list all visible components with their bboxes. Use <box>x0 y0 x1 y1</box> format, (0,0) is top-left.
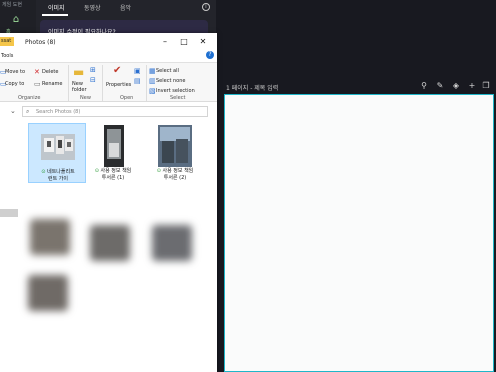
select-all-icon: ▦ <box>149 67 156 75</box>
tab-images[interactable]: 이미지 <box>48 3 65 12</box>
file-explorer-window: ssat Photos (8) – □ ✕ Tools ? ▭ Move to … <box>0 33 217 372</box>
delete-button[interactable]: Delete <box>42 69 58 75</box>
tools-tab-label: Tools <box>1 53 14 59</box>
sync-status-icon: ⊙ <box>41 169 46 175</box>
select-all-button[interactable]: Select all <box>156 68 179 74</box>
canvas-page[interactable] <box>224 94 494 372</box>
active-tab-indicator <box>42 14 68 16</box>
rename-button[interactable]: Rename <box>42 81 63 87</box>
sync-status-icon: ⊙ <box>94 168 99 174</box>
new-item-icon[interactable]: ⊞ <box>90 66 96 74</box>
title-accent-label: ssat <box>1 38 12 44</box>
file-label: ⊙ 사용 정보 책임 투서른 (2) <box>146 168 204 182</box>
fill-icon[interactable]: ◈ <box>452 82 460 90</box>
photo-thumbnail <box>104 125 124 167</box>
group-new: New <box>80 95 91 101</box>
file-item[interactable]: ⊙ 사용 정보 책임 투서른 (2) <box>146 123 204 183</box>
select-none-icon: ▥ <box>149 77 156 85</box>
file-thumbnail-placeholder[interactable] <box>28 275 68 311</box>
editor-area: 1 페이지 - 제목 입력 ⚲ ✎ ◈ + ❐ <box>216 0 496 372</box>
title-accent: ssat <box>0 37 14 46</box>
pin-icon[interactable]: ⚲ <box>420 82 428 90</box>
search-icon: ⌕ <box>26 108 30 115</box>
home-icon[interactable]: ⌂ <box>8 12 24 28</box>
group-select: Select <box>170 95 186 101</box>
copy-to-button[interactable]: Copy to <box>5 81 24 87</box>
file-label: ⊙ 네트나플리트 런트 가이 <box>29 169 87 183</box>
plus-icon[interactable]: + <box>468 82 476 90</box>
photo-thumbnail <box>41 134 75 160</box>
move-to-button[interactable]: Move to <box>5 69 25 75</box>
file-label: ⊙ 사용 정보 책임 투서른 (1) <box>84 168 142 182</box>
corner-label: 게임 도현 <box>2 2 22 8</box>
tab-videos[interactable]: 동영상 <box>84 3 101 12</box>
properties-icon: ✔ <box>113 65 122 76</box>
copy-icon[interactable]: ❐ <box>482 82 490 90</box>
sync-status-icon: ⊙ <box>156 168 161 174</box>
info-icon[interactable]: i <box>202 3 210 11</box>
photo-thumbnail <box>158 125 192 167</box>
history-icon[interactable]: ▤ <box>134 77 141 85</box>
file-name-line2: 투서른 (1) <box>101 175 125 181</box>
search-input[interactable]: ⌕ Search Photos (8) <box>22 106 208 117</box>
delete-icon: ✕ <box>34 68 40 76</box>
file-name-line2: 투서른 (2) <box>163 175 187 181</box>
file-name-line1: 사용 정보 책임 <box>162 168 194 174</box>
search-placeholder: Search Photos (8) <box>36 109 81 115</box>
page-title[interactable]: 1 페이지 - 제목 입력 <box>226 83 278 92</box>
file-name-line2: 런트 가이 <box>48 176 68 182</box>
file-item[interactable]: ⊙ 네트나플리트 런트 가이 <box>28 123 86 183</box>
invert-selection-button[interactable]: Invert selection <box>156 88 195 94</box>
close-button[interactable]: ✕ <box>198 37 208 47</box>
navigation-pane-item[interactable] <box>0 209 18 217</box>
new-folder-icon: ▬ <box>73 65 85 79</box>
group-organize: Organize <box>18 95 41 101</box>
properties-button[interactable]: Properties <box>106 82 131 88</box>
invert-selection-icon: ▧ <box>149 87 156 95</box>
minimize-button[interactable]: – <box>160 37 170 47</box>
tab-music[interactable]: 음악 <box>120 3 131 12</box>
file-list: ⊙ 네트나플리트 런트 가이 ⊙ 사용 정보 책임 투서른 (1) ⊙ 사용 정… <box>0 119 217 372</box>
address-bar: ⌄ ⌕ Search Photos (8) <box>0 105 217 118</box>
title-bar[interactable]: ssat Photos (8) – □ ✕ <box>0 33 217 53</box>
file-thumbnail-placeholder[interactable] <box>90 225 130 261</box>
ribbon-separator <box>146 65 147 101</box>
ribbon-separator <box>102 65 103 101</box>
select-none-button[interactable]: Select none <box>156 78 186 84</box>
group-open: Open <box>120 95 134 101</box>
ribbon-separator <box>68 65 69 101</box>
maximize-button[interactable]: □ <box>179 37 189 47</box>
ribbon-tab-tools[interactable]: Tools <box>0 53 217 62</box>
open-icon[interactable]: ▣ <box>134 67 141 75</box>
file-thumbnail-placeholder[interactable] <box>152 225 192 261</box>
easy-access-icon[interactable]: ⊟ <box>90 76 96 84</box>
file-thumbnail-placeholder[interactable] <box>30 219 70 255</box>
rename-icon: ▭ <box>34 80 41 88</box>
file-name-line1: 사용 정보 책임 <box>100 168 132 174</box>
help-icon[interactable]: ? <box>206 51 214 59</box>
ribbon: ▭ Move to ✕ Delete ▭ Copy to ▭ Rename Or… <box>0 62 217 102</box>
file-name-line1: 네트나플리트 <box>47 169 75 175</box>
file-item[interactable]: ⊙ 사용 정보 책임 투서른 (1) <box>84 123 142 183</box>
pen-icon[interactable]: ✎ <box>436 82 444 90</box>
window-title: Photos (8) <box>25 39 56 46</box>
chevron-down-icon[interactable]: ⌄ <box>10 107 16 115</box>
new-folder-button[interactable]: New folder <box>72 81 88 93</box>
